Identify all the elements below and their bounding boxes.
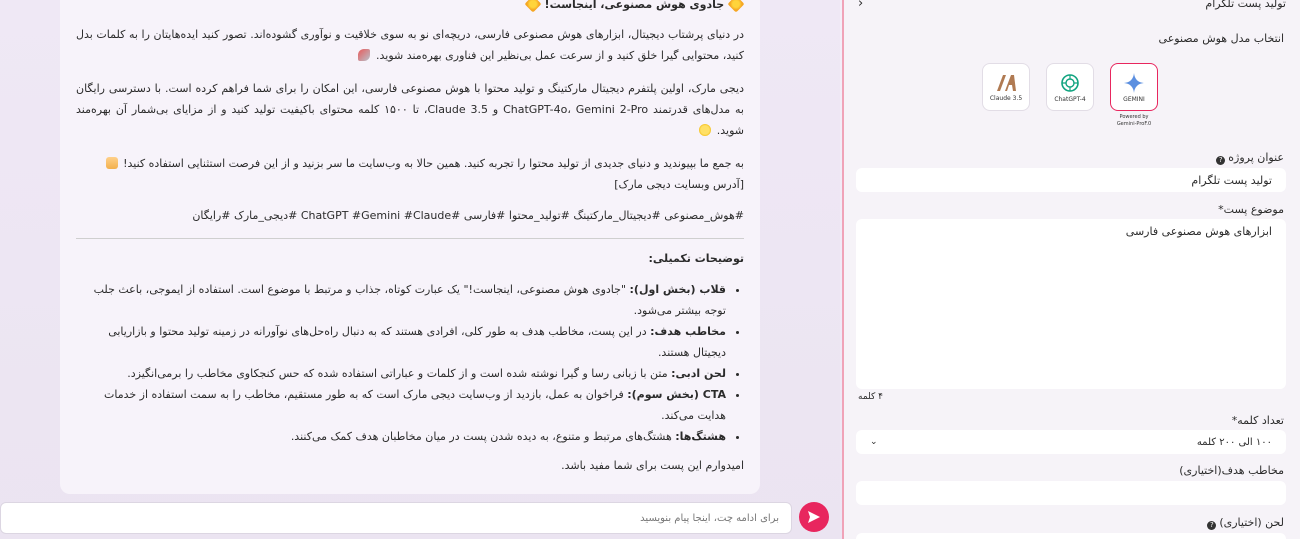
pointing-hand-icon — [105, 157, 118, 169]
divider — [76, 238, 744, 239]
panel-title: تولید پست تلگرام — [1205, 0, 1286, 10]
topic-label: موضوع پست* — [1218, 203, 1284, 216]
tone-label: لحن (اختیاری)? — [1207, 516, 1284, 530]
model-label: انتخاب مدل هوش مصنوعی — [1158, 32, 1284, 45]
list-item: مخاطب هدف: در این پست، مخاطب هدف به طور … — [76, 321, 726, 363]
list-item: هشتگ‌ها: هشتگ‌های مرتبط و متنوع، به دیده… — [76, 426, 726, 447]
list-item: قلاب (بخش اول): "جادوی هوش مصنوعی، اینجا… — [76, 279, 726, 321]
post-paragraph-1: در دنیای پرشتاب دیجیتال، ابزارهای هوش مص… — [76, 28, 744, 62]
project-title-label: عنوان پروژه? — [1216, 151, 1284, 165]
word-count-select[interactable]: ۱۰۰ الی ۲۰۰ کلمه ⌄ — [856, 430, 1286, 454]
post-paragraph-2: دیجی مارک، اولین پلتفرم دیجیتال مارکتینگ… — [76, 82, 744, 137]
tone-input[interactable] — [856, 533, 1286, 539]
generator-panel: تولید پست تلگرام ‹ انتخاب مدل هوش مصنوعی… — [842, 0, 1300, 539]
rocket-icon — [358, 49, 371, 61]
sparkles-icon — [524, 0, 542, 13]
closing-text: امیدوارم این پست برای شما مفید باشد. — [561, 459, 744, 472]
gemini-icon — [1124, 72, 1144, 93]
powered-by-label: Powered by Gemini-ProF.0 — [1116, 114, 1152, 127]
model-claude[interactable]: Claude 3.5 — [982, 63, 1030, 111]
website-placeholder: [آدرس وبسایت دیجی مارک] — [614, 178, 744, 191]
lightbulb-icon — [699, 124, 712, 136]
audience-input[interactable] — [856, 481, 1286, 505]
chat-area: جادوی هوش مصنوعی، اینجاست! در دنیای پرشت… — [0, 0, 840, 539]
panel-header: تولید پست تلگرام ‹ — [858, 0, 1286, 12]
sparkles-icon — [727, 0, 745, 13]
post-hashtags: #هوش_مصنوعی #دیجیتال_مارکتینگ #تولید_محت… — [192, 209, 744, 222]
notes-title: توضیحات تکمیلی: — [648, 252, 745, 265]
project-title-input[interactable]: تولید پست تلگرام — [856, 168, 1286, 192]
word-count-hint: ۴ کلمه — [858, 392, 883, 402]
chat-input-placeholder: برای ادامه چت، اینجا پیام بنویسید — [640, 512, 779, 524]
model-gemini[interactable]: GEMINI — [1110, 63, 1158, 111]
help-icon[interactable]: ? — [1207, 521, 1217, 530]
post-title: جادوی هوش مصنوعی، اینجاست! — [76, 0, 745, 13]
openai-icon — [1061, 73, 1079, 92]
back-button[interactable]: ‹ — [858, 0, 863, 11]
chevron-down-icon: ⌄ — [870, 437, 878, 447]
model-chatgpt[interactable]: ChatGPT-4 — [1046, 63, 1094, 111]
ai-response-card: جادوی هوش مصنوعی، اینجاست! در دنیای پرشت… — [60, 0, 760, 494]
topic-textarea[interactable]: ابزارهای هوش مصنوعی فارسی — [856, 219, 1286, 389]
send-button[interactable] — [799, 502, 829, 532]
list-item: CTA (بخش سوم): فراخوان به عمل، بازدید از… — [76, 384, 726, 426]
help-icon[interactable]: ? — [1216, 156, 1226, 165]
anthropic-icon — [997, 74, 1016, 91]
chat-input[interactable]: برای ادامه چت، اینجا پیام بنویسید — [0, 502, 792, 534]
word-count-label: تعداد کلمه* — [1231, 414, 1284, 427]
notes-list: قلاب (بخش اول): "جادوی هوش مصنوعی، اینجا… — [76, 279, 744, 447]
audience-label: مخاطب هدف(اختیاری) — [1179, 464, 1284, 477]
list-item: لحن ادبی: متن با زبانی رسا و گیرا نوشته … — [76, 363, 726, 384]
send-icon — [808, 511, 820, 523]
post-paragraph-3: به جمع ما بپیوندید و دنیای جدیدی از تولی… — [76, 153, 744, 195]
